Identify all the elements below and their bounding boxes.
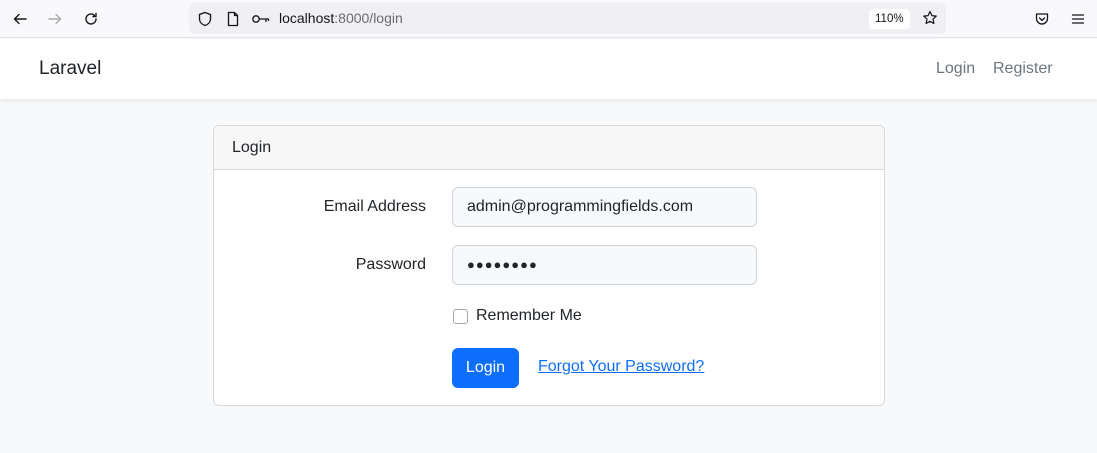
password-label: Password	[355, 256, 426, 273]
nav-login-link[interactable]: Login	[936, 60, 975, 78]
email-field[interactable]: admin@programmingfields.com	[452, 187, 757, 227]
zoom-badge[interactable]: 110%	[869, 9, 910, 29]
menu-icon[interactable]	[1065, 6, 1091, 32]
remember-me-label[interactable]: Remember Me	[476, 307, 582, 325]
star-icon[interactable]	[922, 10, 938, 26]
url-text[interactable]: localhost:8000/login	[279, 10, 403, 26]
reload-icon[interactable]	[78, 6, 104, 32]
back-arrow-icon[interactable]	[7, 6, 33, 32]
brand-link[interactable]: Laravel	[39, 58, 101, 80]
password-field[interactable]: ●●●●●●●●	[452, 245, 757, 285]
remember-me-checkbox[interactable]	[453, 309, 468, 324]
browser-toolbar: localhost:8000/login 110%	[0, 0, 1097, 38]
login-button[interactable]: Login	[452, 348, 519, 388]
email-label: Email Address	[323, 198, 426, 215]
shield-icon[interactable]	[197, 11, 213, 27]
forward-arrow-icon[interactable]	[42, 6, 68, 32]
key-icon[interactable]	[251, 11, 271, 27]
card-header: Login	[214, 126, 884, 170]
app-navbar: Laravel Login Register	[0, 39, 1097, 99]
login-card: Login Email Address admin@programmingfie…	[213, 125, 885, 406]
page-icon	[225, 11, 241, 27]
address-bar[interactable]: localhost:8000/login 110%	[189, 3, 946, 34]
forgot-password-link[interactable]: Forgot Your Password?	[538, 358, 704, 376]
nav-register-link[interactable]: Register	[993, 60, 1053, 78]
pocket-icon[interactable]	[1029, 6, 1055, 32]
